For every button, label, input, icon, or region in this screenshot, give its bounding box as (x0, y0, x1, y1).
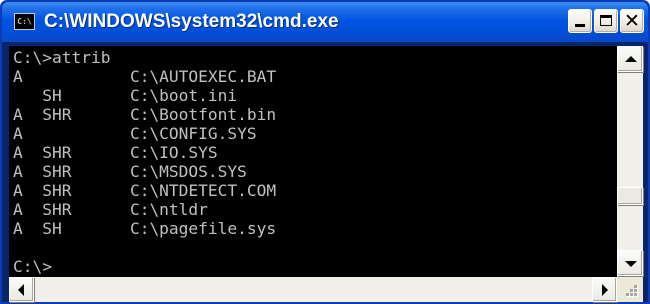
console-line: A SHR C:\IO.SYS (13, 143, 218, 162)
scroll-right-arrow-icon (602, 284, 608, 296)
console-prompt[interactable]: C:\> (13, 257, 52, 277)
maximize-button[interactable] (594, 9, 618, 33)
scroll-up-button[interactable] (617, 46, 643, 72)
console-line: A SHR C:\Bootfont.bin (13, 105, 277, 124)
console-line: A SHR C:\MSDOS.SYS (13, 162, 247, 181)
scroll-down-button[interactable] (617, 250, 643, 276)
close-icon: ✕ (624, 10, 640, 32)
console-line: A C:\AUTOEXEC.BAT (13, 67, 277, 86)
scroll-down-arrow-icon (625, 261, 637, 267)
horizontal-scrollbar[interactable] (9, 277, 617, 302)
scroll-up-arrow-icon (625, 56, 637, 62)
client-area: C:\>attrib A C:\AUTOEXEC.BAT SH C:\boot.… (9, 46, 643, 302)
maximize-icon (600, 15, 612, 26)
console-line: A SHR C:\ntldr (13, 200, 208, 219)
console-line: A SH C:\pagefile.sys (13, 219, 277, 238)
scroll-left-arrow-icon (18, 284, 24, 296)
console-output[interactable]: C:\>attrib A C:\AUTOEXEC.BAT SH C:\boot.… (9, 46, 617, 277)
window-title: C:\WINDOWS\system32\cmd.exe (44, 11, 339, 32)
cmd-app-icon[interactable]: C:\ (14, 13, 35, 30)
console-line: SH C:\boot.ini (13, 86, 238, 105)
resize-grip-icon[interactable] (617, 277, 643, 302)
console-line: A C:\CONFIG.SYS (13, 124, 257, 143)
title-bar[interactable]: C:\ C:\WINDOWS\system32\cmd.exe ✕ (2, 2, 648, 42)
close-button[interactable]: ✕ (620, 9, 644, 33)
scroll-left-button[interactable] (9, 277, 34, 302)
minimize-icon (575, 24, 585, 27)
console-line: A SHR C:\NTDETECT.COM (13, 181, 277, 200)
cmd-window: C:\ C:\WINDOWS\system32\cmd.exe ✕ C:\>at… (0, 0, 650, 304)
scroll-right-button[interactable] (592, 277, 617, 302)
vertical-scroll-thumb[interactable] (617, 187, 643, 205)
console-line-command: C:\>attrib (13, 48, 111, 67)
minimize-button[interactable] (568, 9, 592, 33)
vertical-scrollbar[interactable] (617, 46, 643, 277)
